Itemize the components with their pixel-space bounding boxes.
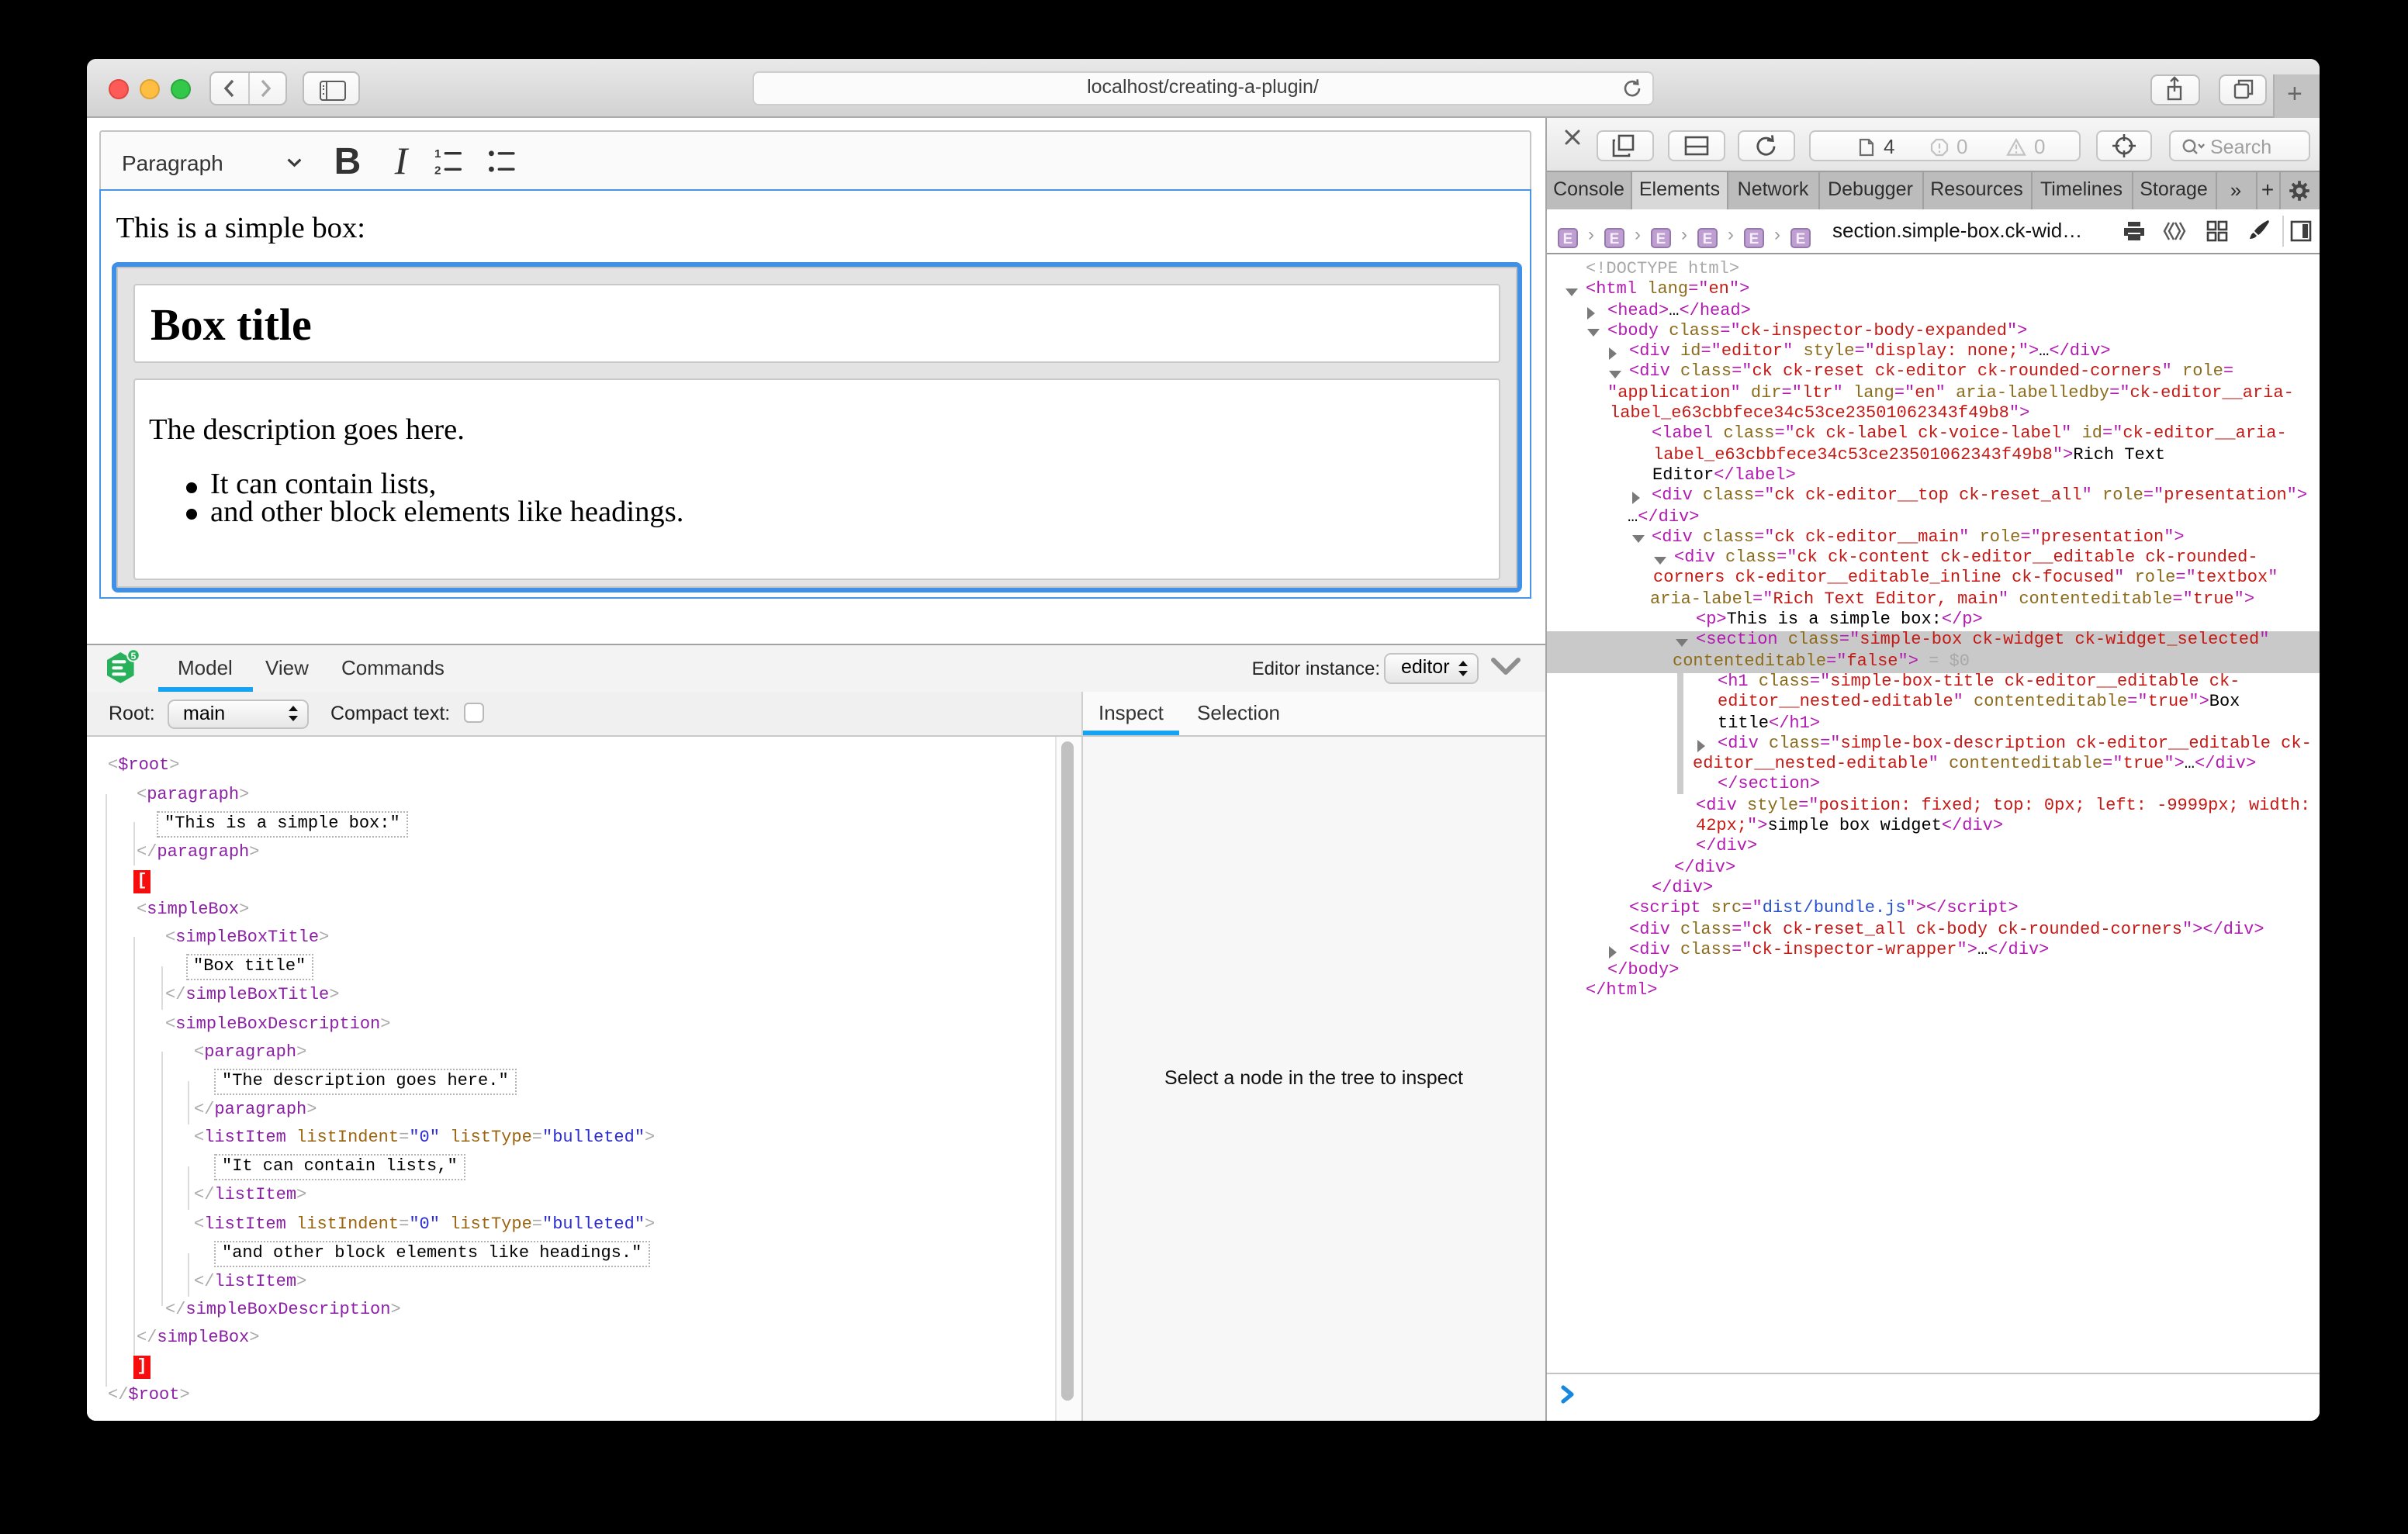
svg-text:5: 5: [130, 650, 136, 661]
svg-text:2: 2: [435, 164, 441, 175]
svg-text:1: 1: [435, 149, 442, 161]
